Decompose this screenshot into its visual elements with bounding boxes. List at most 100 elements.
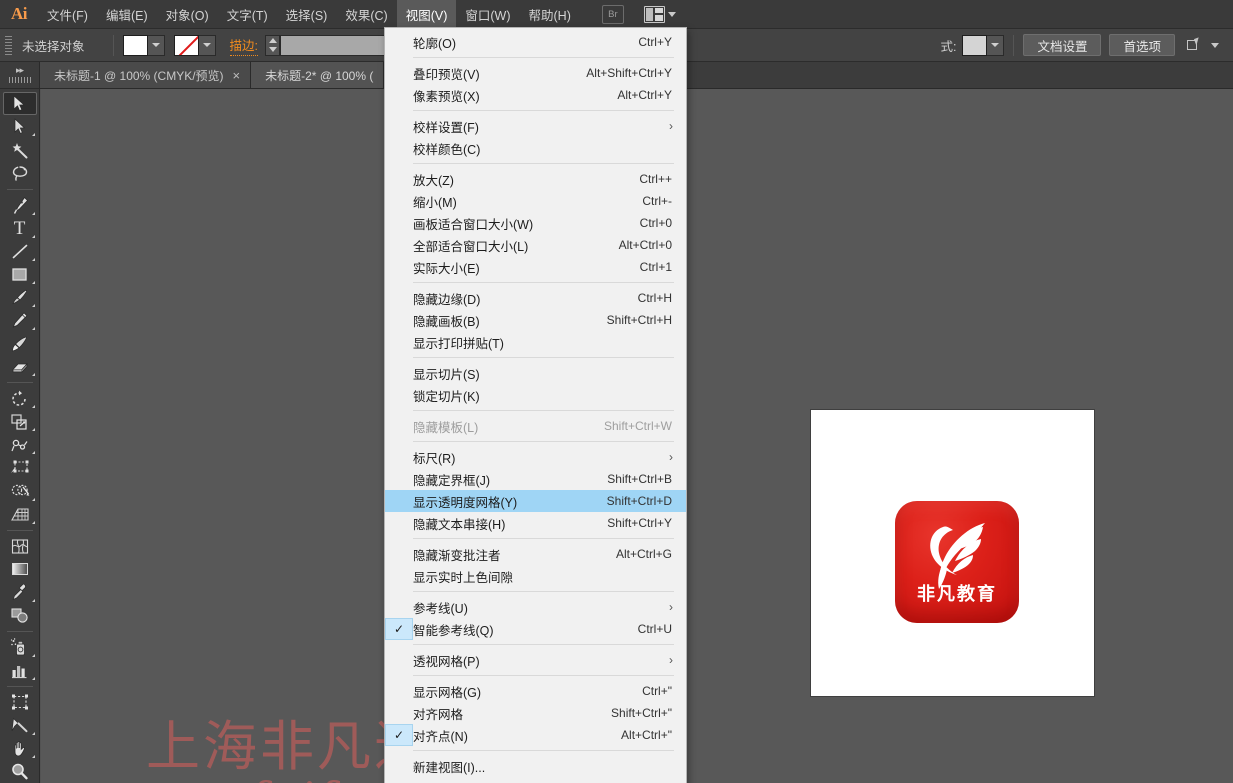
- tool-lasso[interactable]: [3, 162, 37, 185]
- menu-0[interactable]: 文件(F): [38, 0, 97, 29]
- document-setup-button[interactable]: 文档设置: [1023, 34, 1101, 56]
- tool-scale[interactable]: [3, 410, 37, 433]
- menu-item-row[interactable]: 透视网格(P)›: [385, 649, 686, 671]
- menu-item-row[interactable]: 隐藏渐变批注者Alt+Ctrl+G: [385, 543, 686, 565]
- fill-swatch[interactable]: [123, 35, 148, 56]
- tool-blend[interactable]: [3, 604, 37, 627]
- tool-artboard[interactable]: [3, 691, 37, 714]
- tool-direct-selection[interactable]: [3, 115, 37, 138]
- style-swatch-control[interactable]: [962, 35, 1004, 56]
- tool-width[interactable]: [3, 433, 37, 456]
- tool-free-transform[interactable]: [3, 456, 37, 479]
- stroke-dropdown-icon[interactable]: [199, 35, 216, 56]
- menu-item-row[interactable]: 显示网格(G)Ctrl+": [385, 680, 686, 702]
- menu-item-row[interactable]: 编辑视图...: [385, 777, 686, 783]
- menu-item-row[interactable]: 画板适合窗口大小(W)Ctrl+0: [385, 212, 686, 234]
- menu-5[interactable]: 效果(C): [336, 0, 396, 29]
- style-dropdown-icon[interactable]: [987, 35, 1004, 56]
- menu-4[interactable]: 选择(S): [277, 0, 337, 29]
- double-chevron-right-icon: ▸▸: [16, 67, 23, 74]
- tool-eyedropper[interactable]: [3, 581, 37, 604]
- menu-item-row[interactable]: 校样颜色(C): [385, 137, 686, 159]
- menu-item-label: 显示透明度网格(Y): [413, 492, 517, 511]
- tool-column-graph[interactable]: [3, 659, 37, 682]
- tool-pen[interactable]: [3, 194, 37, 217]
- fill-dropdown-icon[interactable]: [148, 35, 165, 56]
- menu-3[interactable]: 文字(T): [218, 0, 277, 29]
- selection-status-label: 未选择对象: [22, 36, 85, 55]
- menu-item-row[interactable]: 放大(Z)Ctrl++: [385, 168, 686, 190]
- menu-item-row[interactable]: 显示打印拼贴(T): [385, 331, 686, 353]
- menu-item-row[interactable]: 校样设置(F)›: [385, 115, 686, 137]
- menu-item-row[interactable]: 显示透明度网格(Y)Shift+Ctrl+D: [385, 490, 686, 512]
- menu-1[interactable]: 编辑(E): [97, 0, 157, 29]
- tool-group-indicator-icon: [32, 521, 35, 524]
- preferences-button[interactable]: 首选项: [1109, 34, 1175, 56]
- document-tab-0[interactable]: 未标题-1 @ 100% (CMYK/预览)×: [40, 62, 251, 88]
- tool-magic-wand[interactable]: [3, 138, 37, 161]
- menu-item-row[interactable]: 缩小(M)Ctrl+-: [385, 190, 686, 212]
- menu-item-row[interactable]: ✓对齐点(N)Alt+Ctrl+": [385, 724, 686, 746]
- menu-item-row[interactable]: 像素预览(X)Alt+Ctrl+Y: [385, 84, 686, 106]
- select-similar-objects-icon[interactable]: [1187, 38, 1204, 53]
- stroke-weight-stepper[interactable]: [265, 35, 280, 56]
- checkmark-icon: ✓: [385, 724, 413, 746]
- tool-zoom[interactable]: [3, 760, 37, 783]
- tool-slice[interactable]: [3, 714, 37, 737]
- tool-rectangle[interactable]: [3, 263, 37, 286]
- menu-item-row[interactable]: 隐藏文本串接(H)Shift+Ctrl+Y: [385, 512, 686, 534]
- document-tab-1[interactable]: 未标题-2* @ 100% (: [251, 62, 384, 88]
- tool-mesh[interactable]: [3, 535, 37, 558]
- tool-group-indicator-icon: [32, 599, 35, 602]
- tool-paintbrush[interactable]: [3, 286, 37, 309]
- tool-hand[interactable]: [3, 737, 37, 760]
- tool-rotate[interactable]: [3, 387, 37, 410]
- panel-expand-control[interactable]: ▸▸: [0, 62, 40, 88]
- tool-pencil[interactable]: [3, 309, 37, 332]
- stroke-swatch-none[interactable]: [174, 35, 199, 56]
- control-bar-grip[interactable]: [5, 36, 12, 55]
- view-menu-dropdown[interactable]: 轮廓(O)Ctrl+Y 叠印预览(V)Alt+Shift+Ctrl+Y像素预览(X…: [384, 27, 687, 783]
- bridge-icon[interactable]: Br: [602, 5, 624, 24]
- menu-item-row[interactable]: ✓智能参考线(Q)Ctrl+U: [385, 618, 686, 640]
- menu-item-row[interactable]: 显示切片(S): [385, 362, 686, 384]
- menu-item-row[interactable]: 新建视图(I)...: [385, 755, 686, 777]
- menu-item-row[interactable]: 对齐网格Shift+Ctrl+": [385, 702, 686, 724]
- menu-item-row[interactable]: 全部适合窗口大小(L)Alt+Ctrl+0: [385, 234, 686, 256]
- tool-selection[interactable]: [3, 92, 37, 115]
- menu-item-row[interactable]: 参考线(U)›: [385, 596, 686, 618]
- menu-item-row[interactable]: 锁定切片(K): [385, 384, 686, 406]
- menu-item-row[interactable]: 叠印预览(V)Alt+Shift+Ctrl+Y: [385, 62, 686, 84]
- menu-8[interactable]: 帮助(H): [520, 0, 580, 29]
- tool-symbol-sprayer[interactable]: [3, 636, 37, 659]
- style-swatch[interactable]: [962, 35, 987, 56]
- menu-7[interactable]: 窗口(W): [456, 0, 519, 29]
- arrange-documents-button[interactable]: [644, 6, 676, 23]
- artboard[interactable]: 非凡教育: [811, 410, 1094, 696]
- stroke-weight-label[interactable]: 描边:: [230, 35, 258, 56]
- tool-type[interactable]: T: [3, 217, 37, 240]
- menu-2[interactable]: 对象(O): [157, 0, 218, 29]
- menu-item-row[interactable]: 隐藏定界框(J)Shift+Ctrl+B: [385, 468, 686, 490]
- tool-group-indicator-icon: [32, 327, 35, 330]
- menu-item-row[interactable]: 轮廓(O)Ctrl+Y: [385, 31, 686, 53]
- menu-separator: [413, 591, 674, 592]
- menu-item-row[interactable]: 隐藏边缘(D)Ctrl+H: [385, 287, 686, 309]
- menu-item-row[interactable]: 标尺(R)›: [385, 446, 686, 468]
- tool-gradient[interactable]: [3, 558, 37, 581]
- menu-item-row[interactable]: 实际大小(E)Ctrl+1: [385, 256, 686, 278]
- tool-perspective-grid[interactable]: [3, 503, 37, 526]
- fill-color-control[interactable]: [123, 35, 165, 56]
- menu-item-row[interactable]: 隐藏画板(B)Shift+Ctrl+H: [385, 309, 686, 331]
- menu-6[interactable]: 视图(V): [397, 0, 457, 29]
- close-icon[interactable]: ×: [233, 69, 241, 82]
- tool-shape-builder[interactable]: [3, 480, 37, 503]
- tool-blob-brush[interactable]: [3, 332, 37, 355]
- select-similar-chevron-down-icon[interactable]: [1211, 43, 1219, 48]
- tool-eraser[interactable]: [3, 355, 37, 378]
- logo-artwork[interactable]: 非凡教育: [895, 501, 1019, 623]
- menu-item-row[interactable]: 显示实时上色间隙: [385, 565, 686, 587]
- tool-line-segment[interactable]: [3, 240, 37, 263]
- stroke-color-control[interactable]: [174, 35, 216, 56]
- menu-separator: [413, 110, 674, 111]
